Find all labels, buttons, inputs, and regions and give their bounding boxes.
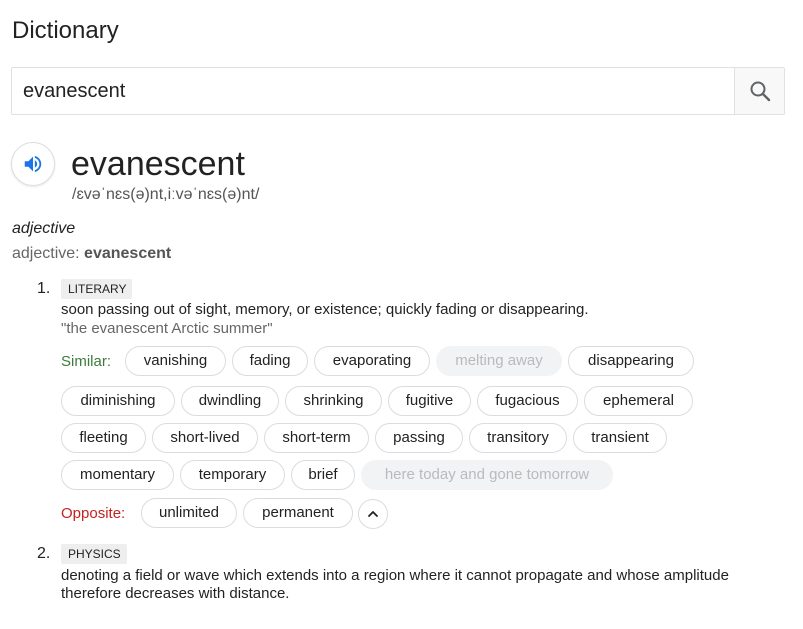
synonym-chip[interactable]: momentary [61,460,174,490]
synonym-chip[interactable]: short-term [264,423,369,453]
synonym-chip[interactable]: shrinking [285,386,382,416]
speaker-icon [24,155,42,173]
synonym-chip[interactable]: temporary [180,460,285,490]
pos-prefix: adjective: [12,245,85,262]
synonym-chip[interactable]: dwindling [181,386,279,416]
search-icon [750,81,770,102]
similar-label: Similar: [61,353,112,370]
search-button[interactable] [734,68,784,114]
synonym-chip[interactable]: disappearing [568,346,694,376]
synonym-chip[interactable]: fugacious [477,386,578,416]
synonym-chip[interactable]: fleeting [61,423,146,453]
synonym-chip[interactable]: melting away [436,346,562,376]
synonym-chip[interactable]: here today and gone tomorrow [361,460,613,490]
page-title: Dictionary [12,17,119,44]
synonym-chip[interactable]: diminishing [61,386,175,416]
opposite-label: Opposite: [61,505,126,522]
definition-text-line2: therefore decreases with distance. [61,585,290,602]
search-box [11,67,785,115]
part-of-speech: adjective [12,220,76,237]
synonym-chip[interactable]: transitory [469,423,567,453]
antonym-chip[interactable]: unlimited [141,498,237,528]
synonym-chip[interactable]: transient [573,423,667,453]
part-of-speech-line: adjective: evanescent [12,245,171,263]
synonym-chip[interactable]: brief [291,460,355,490]
sense-number: 2. [37,545,51,562]
example-text: "the evanescent Arctic summer" [61,320,273,337]
synonym-chip[interactable]: short-lived [152,423,258,453]
register-label: LITERARY [61,279,133,299]
synonym-chip[interactable]: vanishing [125,346,226,376]
definition-text: soon passing out of sight, memory, or ex… [61,301,589,318]
chevron-up-icon [368,511,378,517]
pos-word: evanescent [84,245,172,262]
register-label: PHYSICS [61,544,127,564]
synonym-chip[interactable]: passing [375,423,463,453]
synonym-chip[interactable]: ephemeral [584,386,693,416]
search-input[interactable] [12,68,736,114]
synonym-chip[interactable]: fugitive [388,386,471,416]
collapse-synonyms-button[interactable] [358,499,388,529]
sense-number: 1. [37,280,51,297]
synonym-chip[interactable]: evaporating [314,346,430,376]
phonetic-spelling: /ɛvəˈnɛs(ə)nt,iːvəˈnɛs(ə)nt/ [72,186,260,203]
synonym-chip[interactable]: fading [232,346,308,376]
definition-text-line1: denoting a field or wave which extends i… [61,567,729,584]
pronunciation-button[interactable] [11,142,55,186]
headword: evanescent [71,145,245,183]
antonym-chip[interactable]: permanent [243,498,353,528]
